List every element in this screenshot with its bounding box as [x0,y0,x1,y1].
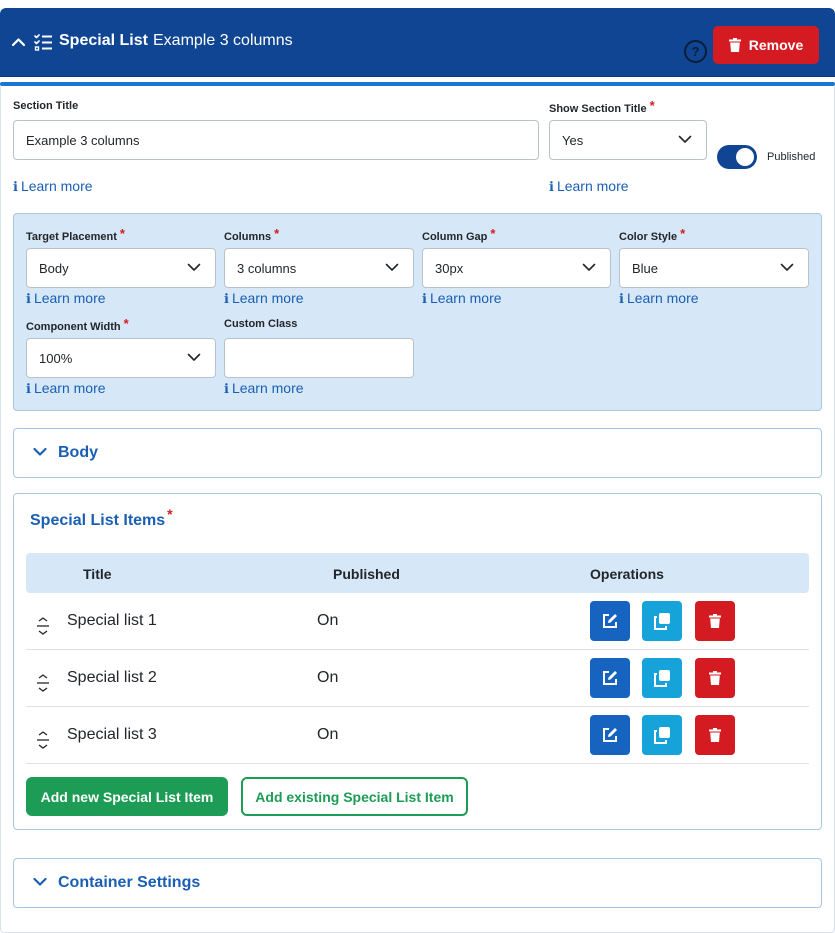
section-header: Special List Example 3 columns ? Remove [0,8,835,77]
list-check-icon [34,34,52,51]
info-icon: ℹ [549,179,554,194]
duplicate-button[interactable] [642,715,682,755]
learn-more-link[interactable]: ℹ Learn more [26,380,106,397]
body-accordion[interactable]: Body [13,428,822,478]
container-settings-title: Container Settings [58,874,201,891]
color-style-label: Color Style * [619,226,686,243]
col-title: Title [83,566,112,582]
copy-icon [654,670,670,687]
section-title-input[interactable]: Example 3 columns [13,120,539,160]
columns-select[interactable]: 3 columns [224,248,414,288]
items-table-header: Title Published Operations [26,553,809,593]
chevron-down-icon [33,877,47,886]
info-icon: ℹ [422,291,427,306]
drag-handle-icon[interactable] [36,674,50,692]
remove-button[interactable]: Remove [713,26,819,64]
color-style-select[interactable]: Blue [619,248,809,288]
learn-more-link[interactable]: ℹ Learn more [13,178,93,195]
row-title[interactable]: Special list 1 [67,612,157,630]
component-width-label: Component Width * [26,316,129,333]
table-row: Special list 1 On [26,593,809,650]
delete-button[interactable] [695,601,735,641]
custom-class-input[interactable] [224,338,414,378]
copy-icon [654,727,670,744]
component-width-select[interactable]: 100% [26,338,216,378]
col-operations: Operations [590,566,664,582]
drag-handle-icon[interactable] [36,617,50,635]
column-gap-select[interactable]: 30px [422,248,611,288]
table-row: Special list 3 On [26,707,809,764]
special-list-items-title: Special List Items * [30,506,173,529]
target-placement-select[interactable]: Body [26,248,216,288]
row-published: On [317,726,339,743]
published-label: Published [767,151,816,163]
info-icon: ℹ [224,381,229,396]
info-icon: ℹ [619,291,624,306]
show-section-title-select[interactable]: Yes [549,120,707,160]
row-title[interactable]: Special list 3 [67,726,157,744]
table-row: Special list 2 On [26,650,809,707]
learn-more-link[interactable]: ℹ Learn more [224,380,304,397]
col-published: Published [333,566,400,582]
settings-panel [13,213,822,411]
chevron-down-icon [780,263,794,271]
add-new-item-button[interactable]: Add new Special List Item [26,777,228,816]
chevron-up-icon[interactable] [11,35,26,50]
learn-more-link[interactable]: ℹ Learn more [619,290,699,307]
edit-icon [603,728,617,742]
chevron-down-icon [33,447,47,456]
chevron-down-icon [385,263,399,271]
trash-icon [728,38,741,52]
chevron-down-icon [187,353,201,361]
delete-button[interactable] [695,658,735,698]
trash-icon [709,728,721,742]
duplicate-button[interactable] [642,601,682,641]
show-section-title-label: Show Section Title * [549,98,655,115]
custom-class-label: Custom Class [224,318,298,330]
learn-more-link[interactable]: ℹ Learn more [422,290,502,307]
info-icon: ℹ [26,381,31,396]
container-settings-accordion[interactable]: Container Settings [13,858,822,908]
section-title-label: Section Title [13,100,79,112]
edit-button[interactable] [590,601,630,641]
remove-button-label: Remove [748,37,804,53]
published-toggle[interactable] [717,145,757,169]
info-icon: ℹ [13,179,18,194]
section-name-title: Example 3 columns [153,32,293,49]
columns-label: Columns * [224,226,280,243]
section-type-title: Special List [59,32,148,49]
learn-more-link[interactable]: ℹ Learn more [26,290,106,307]
edit-icon [603,614,617,628]
learn-more-link[interactable]: ℹ Learn more [224,290,304,307]
edit-icon [603,671,617,685]
trash-icon [709,614,721,628]
duplicate-button[interactable] [642,658,682,698]
edit-button[interactable] [590,658,630,698]
info-icon: ℹ [224,291,229,306]
delete-button[interactable] [695,715,735,755]
info-icon: ℹ [26,291,31,306]
target-placement-label: Target Placement * [26,226,125,243]
learn-more-link[interactable]: ℹ Learn more [549,178,629,195]
toggle-knob [736,148,754,166]
row-published: On [317,612,339,629]
body-accordion-title: Body [58,444,98,461]
trash-icon [709,671,721,685]
add-existing-item-button[interactable]: Add existing Special List Item [241,777,468,816]
drag-handle-icon[interactable] [36,731,50,749]
column-gap-label: Column Gap * [422,226,496,243]
help-icon[interactable]: ? [684,40,707,63]
chevron-down-icon [582,263,596,271]
row-published: On [317,669,339,686]
copy-icon [654,613,670,630]
chevron-down-icon [678,135,692,143]
edit-button[interactable] [590,715,630,755]
row-title[interactable]: Special list 2 [67,669,157,687]
chevron-down-icon [187,263,201,271]
